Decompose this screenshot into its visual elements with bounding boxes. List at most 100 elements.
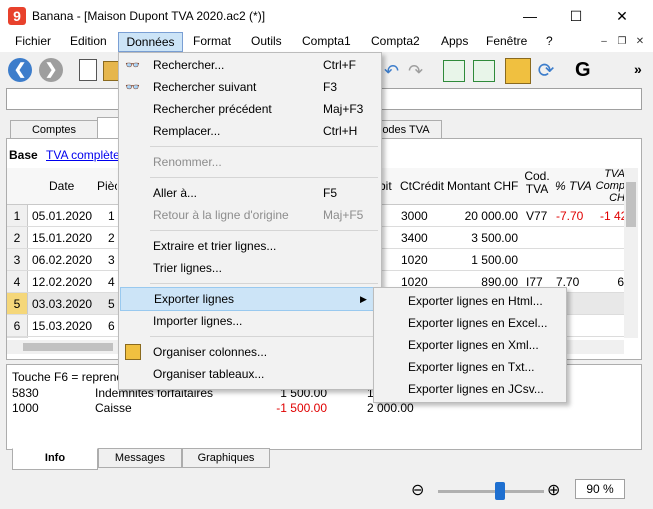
cell-date[interactable]: 15.01.2020 [32, 228, 92, 248]
cell-piece[interactable]: 1 [108, 206, 115, 226]
col-debit[interactable]: bit [379, 176, 399, 196]
tab-graphiques[interactable]: Graphiques [182, 448, 270, 468]
undo-icon[interactable]: ↶ [384, 61, 404, 81]
redo-icon[interactable]: ↷ [408, 61, 428, 81]
cell-pct[interactable]: -7.70 [556, 206, 583, 226]
zoom-out-icon[interactable]: ⊖ [411, 480, 424, 500]
cell-tva[interactable] [600, 294, 624, 314]
tab-info[interactable]: Info [12, 448, 98, 470]
menu-item-exporter-lignes[interactable]: Exporter lignes ▶ [120, 287, 374, 311]
zoom-in-icon[interactable]: ⊕ [547, 480, 560, 500]
delete-row-icon[interactable] [473, 60, 495, 82]
cell-amount[interactable]: 1 500.00 [430, 250, 518, 270]
menu-apps[interactable]: Apps [441, 32, 468, 52]
row-number[interactable]: 4 [7, 271, 28, 294]
cell-credit[interactable]: 1020 [401, 250, 428, 270]
cell-credit[interactable]: 3000 [401, 206, 428, 226]
vertical-scroll-thumb[interactable] [626, 182, 636, 227]
cell-code[interactable]: V77 [526, 206, 547, 226]
vertical-scrollbar[interactable] [624, 168, 638, 338]
menu-edition[interactable]: Edition [70, 32, 107, 52]
submenu-export-txt[interactable]: Exporter lignes en Txt... [408, 356, 535, 378]
col-tva-compte[interactable]: TVA Comp CH [593, 168, 625, 204]
forward-arrow-icon[interactable]: ❯ [39, 58, 63, 82]
new-file-icon[interactable] [79, 59, 97, 81]
menu-item-trier[interactable]: Trier lignes... [120, 257, 380, 279]
row-number[interactable]: 2 [7, 227, 28, 250]
menu-item-organiser-tableaux[interactable]: Organiser tableaux... [120, 363, 380, 385]
menu-item-extraire-trier[interactable]: Extraire et trier lignes... [120, 235, 380, 257]
cell-date[interactable]: 05.01.2020 [32, 206, 92, 226]
submenu-export-html[interactable]: Exporter lignes en Html... [408, 290, 543, 312]
cell-piece[interactable]: 5 [108, 294, 115, 314]
minimize-button[interactable]: — [507, 0, 553, 32]
row-number[interactable]: 5 [7, 293, 28, 316]
mdi-close-button[interactable]: ✕ [632, 34, 648, 49]
col-date[interactable]: Date [49, 176, 74, 196]
tab-comptes[interactable]: Comptes [10, 120, 98, 140]
col-montant[interactable]: Montant CHF [447, 176, 518, 196]
zoom-level-field[interactable]: 90 % [575, 479, 625, 499]
menu-compta2[interactable]: Compta2 [371, 32, 420, 52]
open-folder-icon[interactable] [103, 61, 119, 81]
cell-date[interactable]: 15.03.2020 [32, 316, 92, 336]
menu-item-rechercher[interactable]: 👓 Rechercher... Ctrl+F [120, 54, 380, 76]
menu-item-organiser-colonnes[interactable]: Organiser colonnes... [120, 341, 380, 363]
menu-format[interactable]: Format [193, 32, 231, 52]
cell-tva[interactable] [600, 250, 624, 270]
col-ctcredit[interactable]: CtCrédit [400, 176, 444, 196]
columns-setup-icon[interactable] [505, 58, 531, 84]
cell-credit[interactable]: 3400 [401, 228, 428, 248]
zoom-slider-track[interactable] [438, 490, 544, 493]
cell-piece[interactable]: 6 [108, 316, 115, 336]
mdi-minimize-button[interactable]: – [596, 34, 612, 49]
cell-tva[interactable]: -1 42 [600, 206, 624, 226]
submenu-export-excel[interactable]: Exporter lignes en Excel... [408, 312, 547, 334]
cell-date[interactable]: 06.02.2020 [32, 250, 92, 270]
close-button[interactable]: ✕ [599, 0, 645, 32]
back-arrow-icon[interactable]: ❮ [8, 58, 32, 82]
cell-piece[interactable]: 3 [108, 250, 115, 270]
cell-piece[interactable]: 2 [108, 228, 115, 248]
tab-messages[interactable]: Messages [98, 448, 182, 468]
mdi-restore-button[interactable]: ❐ [614, 34, 630, 49]
cell-tva[interactable] [600, 316, 624, 336]
cell-date[interactable]: 12.02.2020 [32, 272, 92, 292]
menu-outils[interactable]: Outils [251, 32, 282, 52]
menu-item-importer-lignes[interactable]: Importer lignes... [120, 310, 380, 332]
row-number[interactable]: 1 [7, 205, 28, 228]
col-piece[interactable]: Pièce [97, 176, 117, 196]
recalculate-icon[interactable]: ⟳ [535, 60, 557, 82]
view-tva-link[interactable]: TVA complète [46, 148, 120, 162]
menu-fenetre[interactable]: Fenêtre [486, 32, 527, 52]
menu-fichier[interactable]: Fichier [15, 32, 51, 52]
toolbar-overflow-button[interactable]: » [634, 61, 642, 77]
submenu-export-xml[interactable]: Exporter lignes en Xml... [408, 334, 539, 356]
zoom-slider-thumb[interactable] [495, 482, 505, 500]
insert-row-icon[interactable] [443, 60, 465, 82]
menu-item-rechercher-suivant[interactable]: 👓 Rechercher suivant F3 [120, 76, 380, 98]
col-code-tva[interactable]: Cod. TVA [523, 170, 551, 196]
menu-donnees[interactable]: Données [118, 32, 183, 52]
view-base-label[interactable]: Base [9, 148, 38, 162]
tab-ecritures[interactable] [97, 117, 119, 140]
cell-tva[interactable] [600, 228, 624, 248]
submenu-export-jcsv[interactable]: Exporter lignes en JCsv... [408, 378, 544, 400]
menu-item-rechercher-precedent[interactable]: Rechercher précédent Maj+F3 [120, 98, 380, 120]
horizontal-scroll-thumb[interactable] [23, 343, 113, 351]
row-number[interactable]: 6 [7, 315, 28, 338]
cell-piece[interactable]: 4 [108, 272, 115, 292]
cell-tva[interactable]: 6 [600, 272, 624, 292]
submenu-arrow-icon: ▶ [360, 294, 367, 304]
col-pct-tva[interactable]: % TVA [555, 176, 592, 196]
cell-date[interactable]: 03.03.2020 [32, 294, 92, 314]
maximize-button[interactable]: ☐ [553, 0, 599, 32]
menu-item-remplacer[interactable]: Remplacer... Ctrl+H [120, 120, 380, 142]
menu-item-aller-a[interactable]: Aller à... F5 [120, 182, 380, 204]
menu-compta1[interactable]: Compta1 [302, 32, 351, 52]
menu-help[interactable]: ? [546, 32, 553, 52]
cell-amount[interactable]: 3 500.00 [430, 228, 518, 248]
cell-amount[interactable]: 20 000.00 [430, 206, 518, 226]
bold-button[interactable]: G [575, 59, 591, 82]
row-number[interactable]: 3 [7, 249, 28, 272]
